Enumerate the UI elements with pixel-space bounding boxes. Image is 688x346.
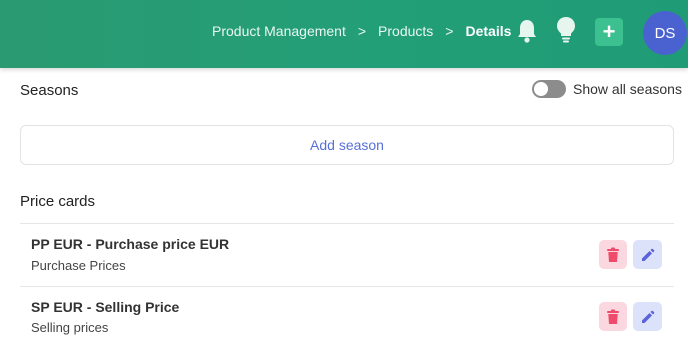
add-season-button[interactable]: Add season [20,125,674,165]
price-card-subtitle: Purchase Prices [31,258,126,273]
edit-button[interactable] [633,302,662,331]
top-bar: Product Management > Products > Details … [0,0,688,68]
pencil-icon [641,248,654,261]
toggle-knob [534,82,548,96]
lightbulb-icon[interactable] [555,16,577,44]
pencil-icon [641,310,654,323]
trash-icon [607,247,619,262]
plus-icon: + [602,19,616,44]
divider [20,286,674,287]
bell-icon[interactable] [516,18,538,44]
seasons-title: Seasons [20,82,79,99]
price-card-title: PP EUR - Purchase price EUR [31,236,230,252]
chevron-right-icon: > [445,23,454,39]
avatar-initials: DS [654,24,676,42]
chevron-right-icon: > [357,23,367,39]
breadcrumb: Product Management > Products > Details [212,23,511,39]
price-card-title: SP EUR - Selling Price [31,299,180,315]
edit-button[interactable] [633,240,662,269]
trash-icon [607,309,619,324]
add-button[interactable]: + [595,18,623,46]
avatar[interactable]: DS [643,11,687,55]
breadcrumb-products[interactable]: Products [378,23,433,39]
price-cards-title: Price cards [20,193,96,210]
breadcrumb-product-management[interactable]: Product Management [212,23,346,39]
show-all-seasons-toggle[interactable]: Show all seasons [532,80,682,98]
toggle-switch[interactable] [532,80,566,98]
delete-button[interactable] [599,240,627,269]
divider [20,223,674,224]
add-season-label: Add season [310,137,384,153]
breadcrumb-details: Details [465,23,512,39]
delete-button[interactable] [599,302,627,331]
toggle-label: Show all seasons [573,81,682,97]
price-card-subtitle: Selling prices [31,320,109,335]
